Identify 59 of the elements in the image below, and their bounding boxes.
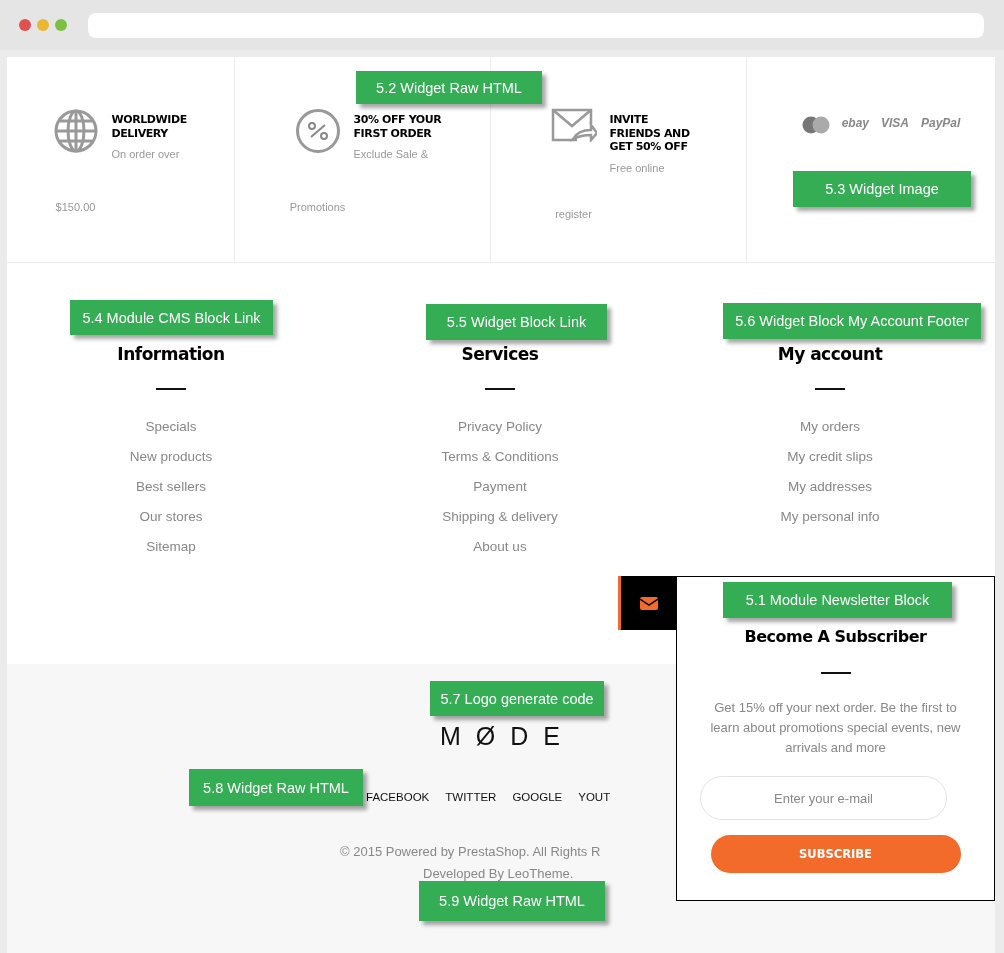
footer-link[interactable]: Best sellers xyxy=(136,472,206,502)
annotation-label: 5.2 Widget Raw HTML xyxy=(356,71,542,104)
annotation-label: 5.5 Widget Block Link xyxy=(426,304,607,340)
feature-description: $150.00 xyxy=(55,201,96,213)
annotation-label: 5.9 Widget Raw HTML xyxy=(419,881,605,921)
subscribe-button[interactable]: SUBSCRIBE xyxy=(710,835,961,873)
annotation-label: 5.8 Widget Raw HTML xyxy=(189,769,363,806)
footer-link[interactable]: Privacy Policy xyxy=(458,412,542,442)
copyright-text: © 2015 Powered by PrestaShop. All Rights R xyxy=(340,844,601,859)
envelope-icon xyxy=(639,596,658,610)
column-title: My account xyxy=(777,344,883,364)
social-link[interactable]: GOOGLE xyxy=(512,791,563,803)
email-field[interactable]: Enter your e-mail xyxy=(700,776,947,820)
footer-link[interactable]: My addresses xyxy=(787,472,872,502)
feature-description: Free online xyxy=(609,161,666,174)
social-link[interactable]: FACEBOOK xyxy=(366,791,430,803)
social-link[interactable]: TWITTER xyxy=(445,791,497,803)
envelope-arrow-icon xyxy=(550,108,597,142)
annotation-label: 5.4 Module CMS Block Link xyxy=(70,300,273,335)
annotation-label: 5.3 Widget Image xyxy=(793,171,971,207)
feature-description: Exclude Sale & xyxy=(353,148,430,160)
footer-link[interactable]: About us xyxy=(473,532,527,562)
minimize-icon[interactable] xyxy=(37,19,49,31)
newsletter-tab[interactable] xyxy=(618,576,676,630)
annotation-label: 5.7 Logo generate code xyxy=(430,681,604,716)
footer-link[interactable]: Our stores xyxy=(139,502,203,532)
social-link[interactable]: YOUT xyxy=(578,791,610,803)
close-icon[interactable] xyxy=(19,19,31,31)
newsletter-title: Become A Subscriber xyxy=(744,627,927,646)
footer-link[interactable]: My personal info xyxy=(780,502,880,532)
address-bar[interactable] xyxy=(88,12,984,38)
footer-link[interactable]: Terms & Conditions xyxy=(441,442,559,472)
annotation-label: 5.1 Module Newsletter Block xyxy=(723,582,952,618)
globe-icon xyxy=(52,108,99,154)
percent-icon xyxy=(294,108,341,154)
feature-description: On order over xyxy=(111,148,181,160)
payment-logo: ebay xyxy=(841,116,869,130)
payment-logo: PayPal xyxy=(921,116,961,130)
column-title: Information xyxy=(117,344,225,364)
footer-link[interactable]: Shipping & delivery xyxy=(442,502,558,532)
newsletter-text: Get 15% off your next order. Be the first to learn about promotions special events, new arrivals and more xyxy=(709,699,962,757)
footer-link[interactable]: New products xyxy=(129,442,213,472)
maximize-icon[interactable] xyxy=(55,19,67,31)
card-logo-icon xyxy=(801,116,830,134)
column-title: Services xyxy=(461,344,539,364)
feature-title: WORLDWIDE DELIVERY xyxy=(111,113,188,140)
feature-description: register xyxy=(555,207,592,220)
feature-title: INVITE FRIENDS AND GET 50% OFF xyxy=(609,113,691,154)
annotation-label: 5.6 Widget Block My Account Footer xyxy=(723,303,981,339)
footer-link[interactable]: Sitemap xyxy=(146,532,196,562)
footer-link[interactable]: Specials xyxy=(145,412,197,442)
payment-logo: VISA xyxy=(881,116,909,130)
footer-link[interactable]: My credit slips xyxy=(787,442,873,472)
mode-logo: MØDE xyxy=(440,722,575,751)
footer-link[interactable]: My orders xyxy=(800,412,860,442)
feature-description: Promotions xyxy=(289,201,346,213)
feature-title: 30% OFF YOUR FIRST ORDER xyxy=(353,113,443,140)
developer-credit: Developed By LeoTheme. xyxy=(423,866,574,881)
footer-link[interactable]: Payment xyxy=(473,472,527,502)
